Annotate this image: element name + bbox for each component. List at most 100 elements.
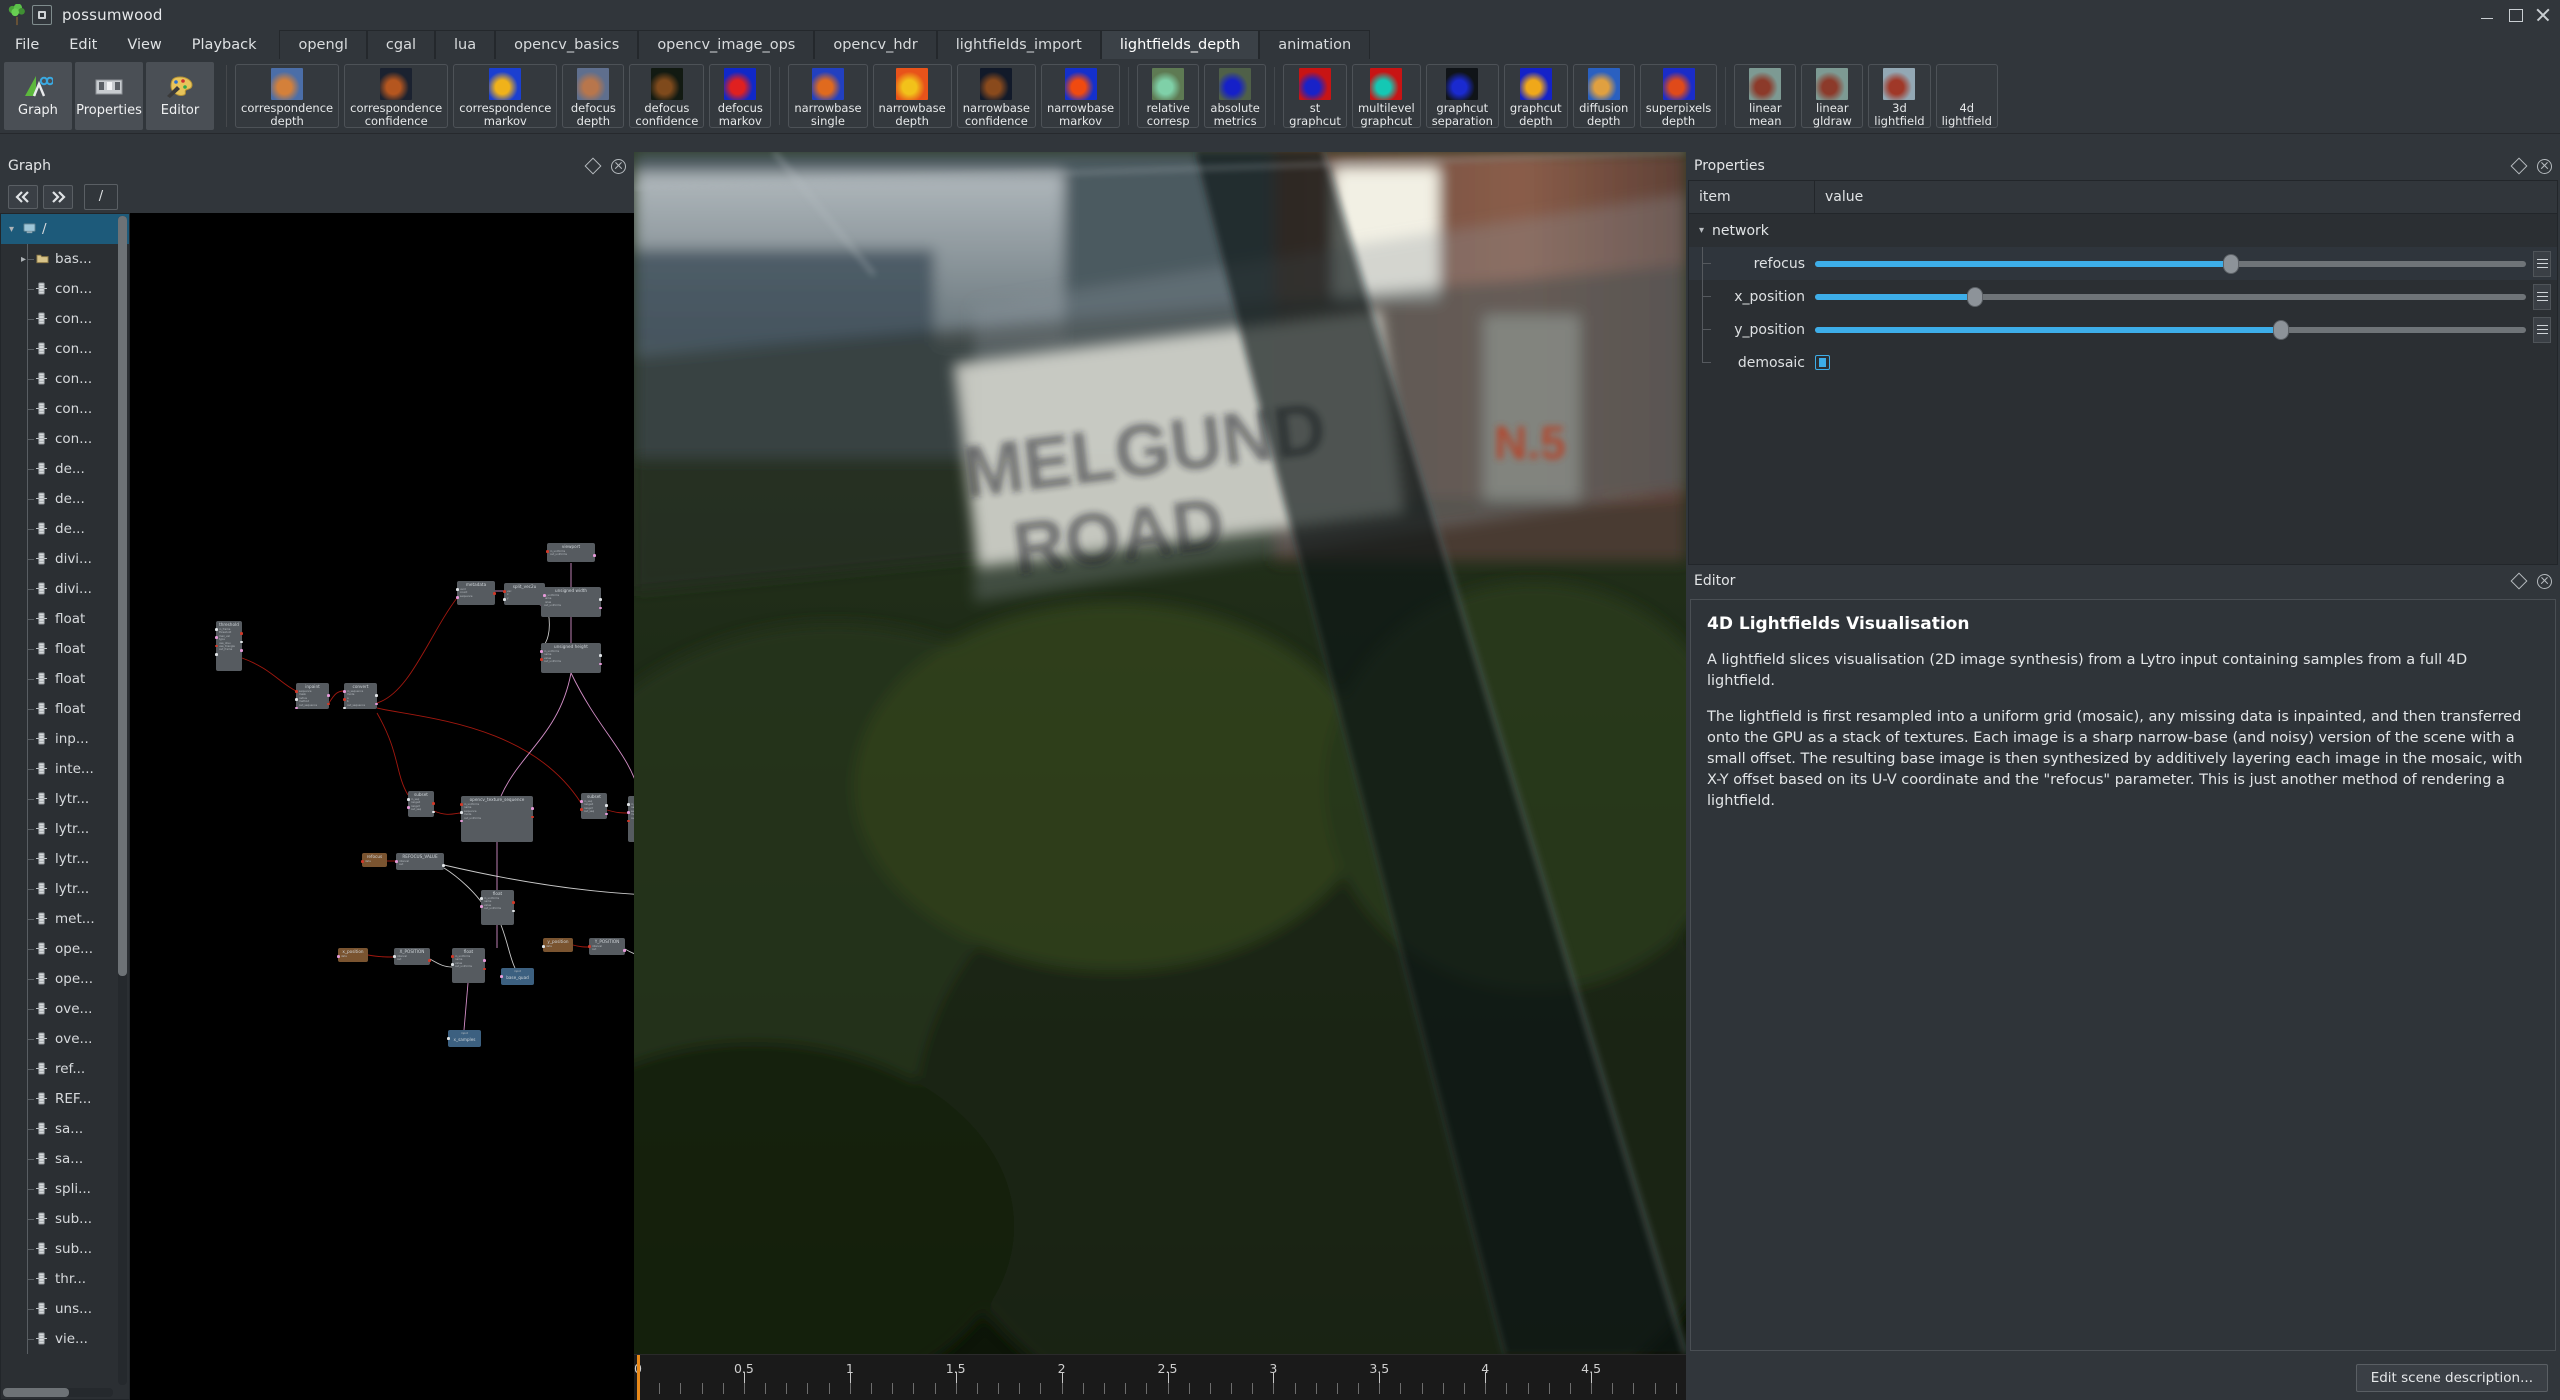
graph-node[interactable]: subsetin_seqrangeXrangeYout_seq [408, 791, 434, 817]
tree-item[interactable]: ope... [1, 934, 129, 964]
close-icon[interactable] [611, 159, 626, 174]
slider-x_position[interactable] [1815, 294, 2526, 300]
graph-node-port-dot[interactable] [460, 811, 463, 814]
graph-node-port-dot[interactable] [480, 897, 483, 900]
float-icon[interactable] [2511, 158, 2528, 175]
menu-playback[interactable]: Playback [177, 30, 272, 59]
property-menu-button[interactable] [2533, 284, 2551, 310]
close-icon[interactable] [2537, 159, 2552, 174]
graph-node-port-dot[interactable] [599, 654, 602, 657]
tree-item[interactable]: thr... [1, 1264, 129, 1294]
render-view[interactable]: MELGUND ROAD N.5 [634, 152, 1686, 1354]
palette-button-narrowbase-markov[interactable]: narrowbase markov [1041, 64, 1120, 128]
graph-node[interactable]: floatin_uniformsnamevalueout_uniforms [452, 948, 485, 983]
graph-node-port-dot[interactable] [343, 690, 346, 693]
graph-node-port-dot[interactable] [599, 598, 602, 601]
slider-y_position[interactable] [1815, 327, 2526, 333]
graph-node-port-dot[interactable] [605, 813, 608, 816]
graph-path-field[interactable]: / [84, 184, 118, 210]
tab-lua[interactable]: lua [435, 30, 495, 59]
tree-item[interactable]: lytr... [1, 784, 129, 814]
palette-button-correspondence-markov[interactable]: correspondence markov [453, 64, 557, 128]
graph-node-port-dot[interactable] [580, 800, 583, 803]
palette-button-multilevel-graphcut[interactable]: multilevel graphcut [1352, 64, 1421, 128]
graph-node-port-dot[interactable] [627, 811, 630, 814]
graph-node-port-dot[interactable] [503, 590, 506, 593]
tree-item[interactable]: spli... [1, 1174, 129, 1204]
graph-node-port-dot[interactable] [483, 968, 486, 971]
mode-button-graph[interactable]: Graph [4, 62, 72, 130]
palette-button-diffusion-depth[interactable]: diffusion depth [1573, 64, 1635, 128]
graph-node[interactable]: floatin_uniformsnamevalueout_uniforms [481, 890, 514, 925]
graph-node-port-dot[interactable] [599, 663, 602, 666]
scene-tree[interactable]: ▾/▸bas...con...con...con...con...con...c… [0, 213, 130, 1400]
palette-button-correspondence-depth[interactable]: correspondence depth [235, 64, 339, 128]
graph-node[interactable]: convertin_sequencemodeabout_sequence [344, 683, 377, 709]
property-menu-button[interactable] [2533, 251, 2551, 277]
tree-item[interactable]: divi... [1, 574, 129, 604]
mode-button-editor[interactable]: Editor [146, 62, 214, 130]
graph-node-port-dot[interactable] [588, 945, 591, 948]
checkbox-demosaic[interactable] [1815, 355, 1830, 370]
palette-button-graphcut-separation[interactable]: graphcut separation [1426, 64, 1499, 128]
tree-item[interactable]: float [1, 694, 129, 724]
graph-node-port-dot[interactable] [483, 959, 486, 962]
tree-item[interactable]: con... [1, 394, 129, 424]
graph-node-port-dot[interactable] [460, 803, 463, 806]
palette-button-superpixels-depth[interactable]: superpixels depth [1640, 64, 1718, 128]
graph-node[interactable]: X_POSITIONintervalout [394, 948, 430, 965]
graph-node-port-dot[interactable] [295, 690, 298, 693]
tree-item[interactable]: ove... [1, 994, 129, 1024]
chevron-down-icon[interactable]: ▾ [9, 224, 19, 235]
graph-node-port-dot[interactable] [531, 807, 534, 810]
graph-node-port-dot[interactable] [599, 607, 602, 610]
graph-node[interactable]: unsigned widthin_uniformsnamevalueout_un… [541, 587, 601, 617]
tree-item[interactable]: inp... [1, 724, 129, 754]
back-arrow-icon[interactable] [8, 185, 38, 209]
graph-node-port-dot[interactable] [623, 949, 626, 952]
graph-node-port-dot[interactable] [627, 803, 630, 806]
tree-item[interactable]: sub... [1, 1204, 129, 1234]
palette-button-4d-lightfield[interactable]: 4d lightfield [1936, 64, 1998, 128]
close-icon[interactable] [2537, 574, 2552, 589]
graph-node-port-dot[interactable] [442, 864, 445, 867]
graph-node-port-dot[interactable] [605, 804, 608, 807]
close-icon[interactable] [2536, 8, 2550, 22]
property-menu-button[interactable] [2533, 317, 2551, 343]
tab-lightfields_import[interactable]: lightfields_import [937, 30, 1101, 59]
tree-item[interactable]: float [1, 604, 129, 634]
graph-node[interactable]: y_positiondata [543, 938, 573, 952]
graph-node-port-dot[interactable] [432, 811, 435, 814]
palette-button-3d-lightfield[interactable]: 3d lightfield [1868, 64, 1930, 128]
property-row-demosaic[interactable]: demosaic [1689, 346, 2557, 379]
graph-node-port-dot[interactable] [337, 955, 340, 958]
graph-node-port-dot[interactable] [393, 955, 396, 958]
tree-item[interactable]: vie... [1, 1324, 129, 1354]
tab-opengl[interactable]: opengl [279, 30, 366, 59]
palette-button-narrowbase-confidence[interactable]: narrowbase confidence [957, 64, 1036, 128]
tree-vertical-scrollbar[interactable] [118, 216, 127, 1385]
slider-handle[interactable] [2273, 320, 2289, 340]
graph-node-port-dot[interactable] [503, 598, 506, 601]
palette-button-absolute-metrics[interactable]: absolute metrics [1204, 64, 1266, 128]
graph-node[interactable]: inputbase_quad [501, 968, 534, 985]
tree-item[interactable]: lytr... [1, 814, 129, 844]
node-graph-canvas[interactable]: viewportin_uniformsout_uniformsunsigned … [130, 213, 634, 1400]
window-menu-icon[interactable] [32, 5, 52, 25]
property-row-x_position[interactable]: x_position [1689, 280, 2557, 313]
graph-node-port-dot[interactable] [395, 860, 398, 863]
tree-item[interactable]: con... [1, 334, 129, 364]
palette-button-graphcut-depth[interactable]: graphcut depth [1504, 64, 1568, 128]
graph-node-port-dot[interactable] [580, 808, 583, 811]
tree-item[interactable]: REF... [1, 1084, 129, 1114]
tree-item[interactable]: float [1, 634, 129, 664]
float-icon[interactable] [2511, 573, 2528, 590]
graph-node-port-dot[interactable] [432, 802, 435, 805]
graph-node[interactable]: inpaintsequencemaskradiusmethodout_seque… [296, 683, 329, 709]
menu-file[interactable]: File [0, 30, 54, 59]
graph-node-port-dot[interactable] [215, 636, 218, 639]
graph-node[interactable]: split_vec2uvecxy [504, 583, 545, 605]
chevron-right-icon[interactable]: ▸ [21, 254, 31, 265]
graph-node-port-dot[interactable] [500, 975, 503, 978]
tree-item[interactable]: con... [1, 304, 129, 334]
